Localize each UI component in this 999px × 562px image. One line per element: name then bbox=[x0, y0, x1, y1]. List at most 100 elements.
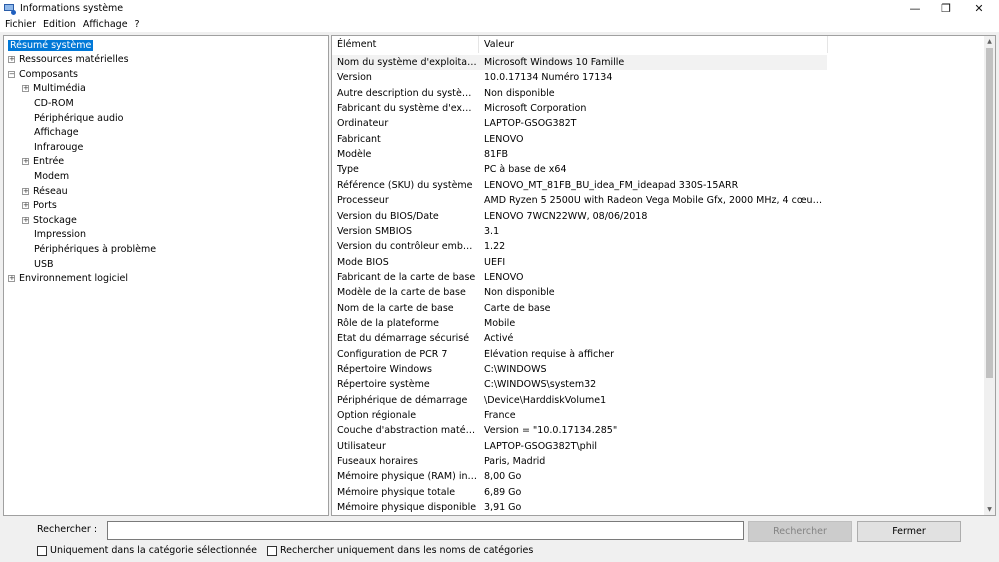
value-cell: LENOVO bbox=[484, 133, 524, 145]
element-cell: Référence (SKU) du système bbox=[337, 179, 473, 191]
tree-item[interactable]: + Stockage bbox=[22, 213, 77, 227]
element-cell: Processeur bbox=[337, 195, 389, 207]
collapse-icon[interactable]: − bbox=[8, 70, 15, 78]
tree-item-label: Entrée bbox=[33, 156, 65, 168]
value-cell: Version = "10.0.17134.285" bbox=[484, 425, 618, 437]
value-cell: 3,91 Go bbox=[484, 502, 522, 514]
tree-item-label: Environnement logiciel bbox=[19, 273, 129, 285]
tree-item[interactable]: + Multimédia bbox=[22, 82, 86, 96]
tree-item[interactable]: Impression bbox=[22, 228, 86, 242]
table-row[interactable]: Rôle de la plateforme Mobile bbox=[332, 316, 992, 331]
search-input[interactable] bbox=[107, 521, 744, 540]
menu-file[interactable]: Fichier bbox=[5, 19, 36, 30]
element-cell: Version du BIOS/Date bbox=[337, 210, 439, 222]
tree-item-label: Impression bbox=[34, 229, 86, 241]
value-cell: Non disponible bbox=[484, 287, 555, 299]
table-row[interactable]: Configuration de PCR 7 Élévation requise … bbox=[332, 347, 992, 362]
menu-edit[interactable]: Edition bbox=[43, 19, 76, 30]
tree-item[interactable]: USB bbox=[22, 257, 54, 271]
table-row[interactable]: Mémoire physique (RAM) instal... 8,00 Go bbox=[332, 469, 992, 484]
table-row[interactable]: Modèle de la carte de base Non disponible bbox=[332, 285, 992, 300]
expand-icon[interactable]: + bbox=[22, 85, 29, 93]
table-row[interactable]: Type PC à base de x64 bbox=[332, 162, 992, 177]
table-row[interactable]: Version 10.0.17134 Numéro 17134 bbox=[332, 70, 992, 85]
details-list[interactable]: Élément Valeur ▲ ▼ Nom du système d'expl… bbox=[331, 35, 996, 516]
table-row[interactable]: Autre description du système d... Non dis… bbox=[332, 86, 992, 101]
table-row[interactable]: Mémoire physique totale 6,89 Go bbox=[332, 485, 992, 500]
element-cell: Type bbox=[337, 164, 359, 176]
value-cell: 81FB bbox=[484, 149, 509, 161]
expand-icon[interactable]: + bbox=[22, 216, 29, 224]
tree-item[interactable]: Périphériques à problème bbox=[22, 242, 156, 256]
table-row[interactable]: Nom du système d'exploitation Microsoft W… bbox=[332, 55, 827, 70]
category-only-checkbox[interactable] bbox=[37, 545, 47, 556]
tree-item[interactable]: Résumé système bbox=[8, 38, 94, 52]
tree-item[interactable]: + Environnement logiciel bbox=[8, 272, 128, 286]
table-row[interactable]: Ordinateur LAPTOP-GSOG382T bbox=[332, 116, 992, 131]
table-row[interactable]: Fuseaux horaires Paris, Madrid bbox=[332, 454, 992, 469]
value-cell: C:\WINDOWS\system32 bbox=[484, 379, 597, 391]
table-row[interactable]: Répertoire système C:\WINDOWS\system32 bbox=[332, 377, 992, 392]
expand-icon[interactable]: + bbox=[8, 275, 15, 283]
category-only-option[interactable]: Uniquement dans la catégorie sélectionné… bbox=[37, 545, 257, 556]
table-row[interactable]: Fabricant du système d'exploit... Microso… bbox=[332, 101, 992, 116]
tree-item[interactable]: + Ressources matérielles bbox=[8, 53, 129, 67]
expand-icon[interactable]: + bbox=[22, 187, 29, 195]
expand-icon[interactable]: + bbox=[22, 158, 29, 166]
table-row[interactable]: Version SMBIOS 3.1 bbox=[332, 224, 992, 239]
table-row[interactable]: Fabricant de la carte de base LENOVO bbox=[332, 270, 992, 285]
table-row[interactable]: Nom de la carte de base Carte de base bbox=[332, 301, 992, 316]
names-only-checkbox[interactable] bbox=[267, 545, 277, 556]
tree-item[interactable]: + Ports bbox=[22, 199, 57, 213]
value-cell: Mobile bbox=[484, 317, 516, 329]
table-row[interactable]: Option régionale France bbox=[332, 408, 992, 423]
table-row[interactable]: Mémoire physique disponible 3,91 Go bbox=[332, 500, 992, 515]
table-row[interactable]: Version du contrôleur embarqué 1.22 bbox=[332, 239, 992, 254]
value-cell: 10.0.17134 Numéro 17134 bbox=[484, 72, 613, 84]
table-row[interactable]: Utilisateur LAPTOP-GSOG382T\phil bbox=[332, 439, 992, 454]
tree-item[interactable]: CD-ROM bbox=[22, 96, 74, 110]
tree-item-label: Multimédia bbox=[33, 83, 86, 95]
table-row[interactable]: Processeur AMD Ryzen 5 2500U with Radeon … bbox=[332, 193, 992, 208]
tree-item-label: Ressources matérielles bbox=[19, 54, 129, 66]
expand-icon[interactable]: + bbox=[22, 202, 29, 210]
tree-item-label: Périphériques à problème bbox=[34, 243, 157, 255]
table-row[interactable]: Répertoire Windows C:\WINDOWS bbox=[332, 362, 992, 377]
expand-icon[interactable]: + bbox=[8, 56, 15, 64]
menu-help[interactable]: ? bbox=[135, 19, 140, 30]
close-dialog-button[interactable]: Fermer bbox=[857, 521, 961, 542]
scroll-up-icon[interactable]: ▲ bbox=[984, 36, 995, 47]
close-button[interactable]: ✕ bbox=[961, 0, 997, 17]
tree-item-label: Infrarouge bbox=[34, 141, 84, 153]
tree-item-label: CD-ROM bbox=[34, 97, 74, 109]
element-cell: Nom de la carte de base bbox=[337, 302, 454, 314]
column-header-element[interactable]: Élément bbox=[332, 36, 479, 53]
menu-view[interactable]: Affichage bbox=[83, 19, 128, 30]
tree-item[interactable]: + Entrée bbox=[22, 155, 64, 169]
table-row[interactable]: État du démarrage sécurisé Activé bbox=[332, 331, 992, 346]
element-cell: Répertoire Windows bbox=[337, 364, 432, 375]
table-row[interactable]: Périphérique de démarrage \Device\Harddis… bbox=[332, 393, 992, 408]
maximize-button[interactable]: ❐ bbox=[928, 0, 964, 17]
element-cell: Mémoire physique totale bbox=[337, 486, 456, 498]
tree-item[interactable]: − Composants bbox=[8, 67, 78, 81]
table-row[interactable]: Version du BIOS/Date LENOVO 7WCN22WW, 08/… bbox=[332, 209, 992, 224]
names-only-option[interactable]: Rechercher uniquement dans les noms de c… bbox=[267, 545, 533, 556]
tree-item[interactable]: + Réseau bbox=[22, 184, 68, 198]
element-cell: Mémoire physique disponible bbox=[337, 502, 477, 514]
table-row[interactable]: Fabricant LENOVO bbox=[332, 132, 992, 147]
tree-item[interactable]: Affichage bbox=[22, 126, 79, 140]
tree-item[interactable]: Infrarouge bbox=[22, 140, 83, 154]
tree-item[interactable]: Modem bbox=[22, 169, 69, 183]
category-tree[interactable]: Résumé système + Ressources matérielles − Co… bbox=[3, 35, 329, 516]
table-row[interactable]: Mode BIOS UEFI bbox=[332, 255, 992, 270]
column-header-value[interactable]: Valeur bbox=[479, 36, 828, 53]
table-row[interactable]: Modèle 81FB bbox=[332, 147, 992, 162]
tree-item-label: Réseau bbox=[33, 185, 68, 197]
search-button[interactable]: Rechercher bbox=[748, 521, 852, 542]
table-row[interactable]: Référence (SKU) du système LENOVO_MT_81FB… bbox=[332, 178, 992, 193]
table-row[interactable]: Couche d'abstraction matérielle Version =… bbox=[332, 423, 992, 438]
tree-item[interactable]: Périphérique audio bbox=[22, 111, 123, 125]
value-cell: Carte de base bbox=[484, 302, 551, 314]
value-cell: LENOVO bbox=[484, 271, 524, 283]
